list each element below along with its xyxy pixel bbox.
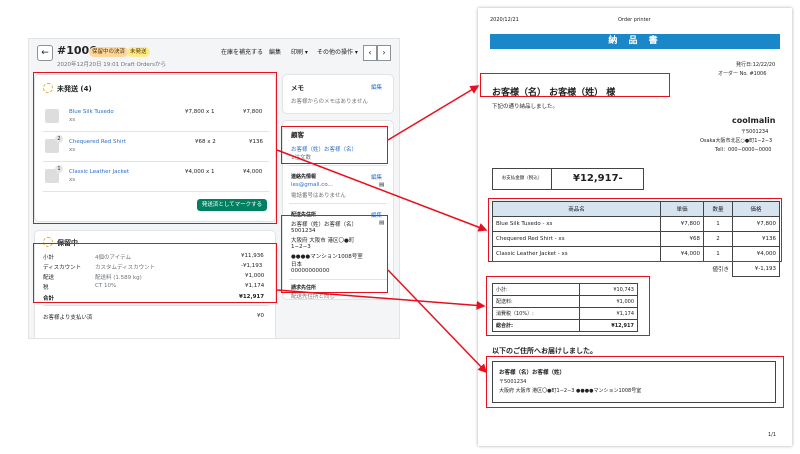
unfulfilled-badge: 未発送: [127, 47, 150, 57]
shop-name: coolmalin: [732, 116, 776, 125]
restock-button[interactable]: 在庫を補充する: [221, 47, 263, 56]
customer-email-link[interactable]: les@gmail.co...: [291, 182, 333, 188]
amount-due-label: お支払金額（税込）: [493, 169, 552, 189]
highlight-invoice-address: [486, 356, 784, 408]
invoice-order-number: オーダー No. #1006: [718, 71, 767, 77]
paid-by-customer-value: ¥0: [257, 313, 264, 319]
payment-pending-badge: 保留中の決済: [89, 47, 129, 57]
print-date: 2020/12/21: [490, 17, 519, 23]
ship-to-heading: 以下のご住所へお届けしました。: [492, 347, 597, 355]
divider: [43, 305, 269, 306]
shop-address: Osaka大阪市北区○●町1−2−3: [700, 138, 773, 144]
next-order-button[interactable]: ›: [377, 45, 391, 61]
shop-tel: Tell：000−0000−0000: [715, 147, 772, 153]
edit-button[interactable]: 編集: [269, 47, 281, 56]
amount-due-box: お支払金額（税込） ¥12,917-: [492, 168, 644, 190]
highlight-customer: [281, 126, 388, 164]
contact-edit-link[interactable]: 編集: [371, 173, 382, 181]
prev-order-button[interactable]: ‹: [363, 45, 377, 61]
highlight-pending-totals: [33, 243, 277, 303]
divider: [289, 203, 387, 204]
discount-label: 値引き: [492, 261, 733, 277]
delivered-text: 下記の通り納品しました。: [492, 104, 559, 110]
print-menu-button[interactable]: 印刷 ▾: [291, 47, 308, 56]
discount-row: 値引き ¥-1,193: [492, 261, 780, 277]
copy-icon[interactable]: ▤: [379, 182, 384, 188]
billing-address-text: 配送先住所と同じ: [291, 294, 336, 300]
arrow: [387, 85, 480, 141]
amount-due-value: ¥12,917-: [573, 173, 623, 184]
highlight-line-items: [33, 72, 277, 224]
order-header: ← #1006 保留中の決済 未発送 2020年12月20日 19:01 Dra…: [29, 39, 399, 68]
notes-edit-link[interactable]: 編集: [371, 83, 382, 91]
customer-phone: 電話番号はありません: [291, 193, 346, 199]
arrow: [387, 269, 488, 374]
print-header-title: Order printer: [618, 17, 651, 23]
notes-text: お客様からのメモはありません: [291, 99, 368, 105]
shop-postal: 〒5001234: [741, 129, 769, 135]
contact-title: 連絡先情報: [291, 174, 317, 180]
invoice-title-banner: 納 品 書: [490, 34, 780, 49]
notes-title: メモ: [291, 84, 304, 92]
divider: [289, 165, 387, 166]
back-button[interactable]: ←: [37, 45, 53, 61]
paid-by-customer-label: お客様より支払い済: [43, 315, 93, 321]
highlight-shipping-address: [281, 215, 388, 293]
highlight-invoice-customer: [480, 73, 670, 97]
issue-date: 発行日:12/22/20: [736, 62, 776, 68]
more-actions-button[interactable]: その他の操作 ▾: [317, 47, 358, 56]
highlight-invoice-totals: [486, 276, 650, 336]
page-number: 1/1: [768, 432, 777, 438]
notes-card: メモ 編集 お客様からのメモはありません: [283, 75, 393, 113]
order-date: 2020年12月20日 19:01 Draft Ordersから: [57, 62, 166, 68]
discount-value: ¥-1,193: [732, 261, 780, 277]
highlight-invoice-items: [488, 198, 782, 262]
